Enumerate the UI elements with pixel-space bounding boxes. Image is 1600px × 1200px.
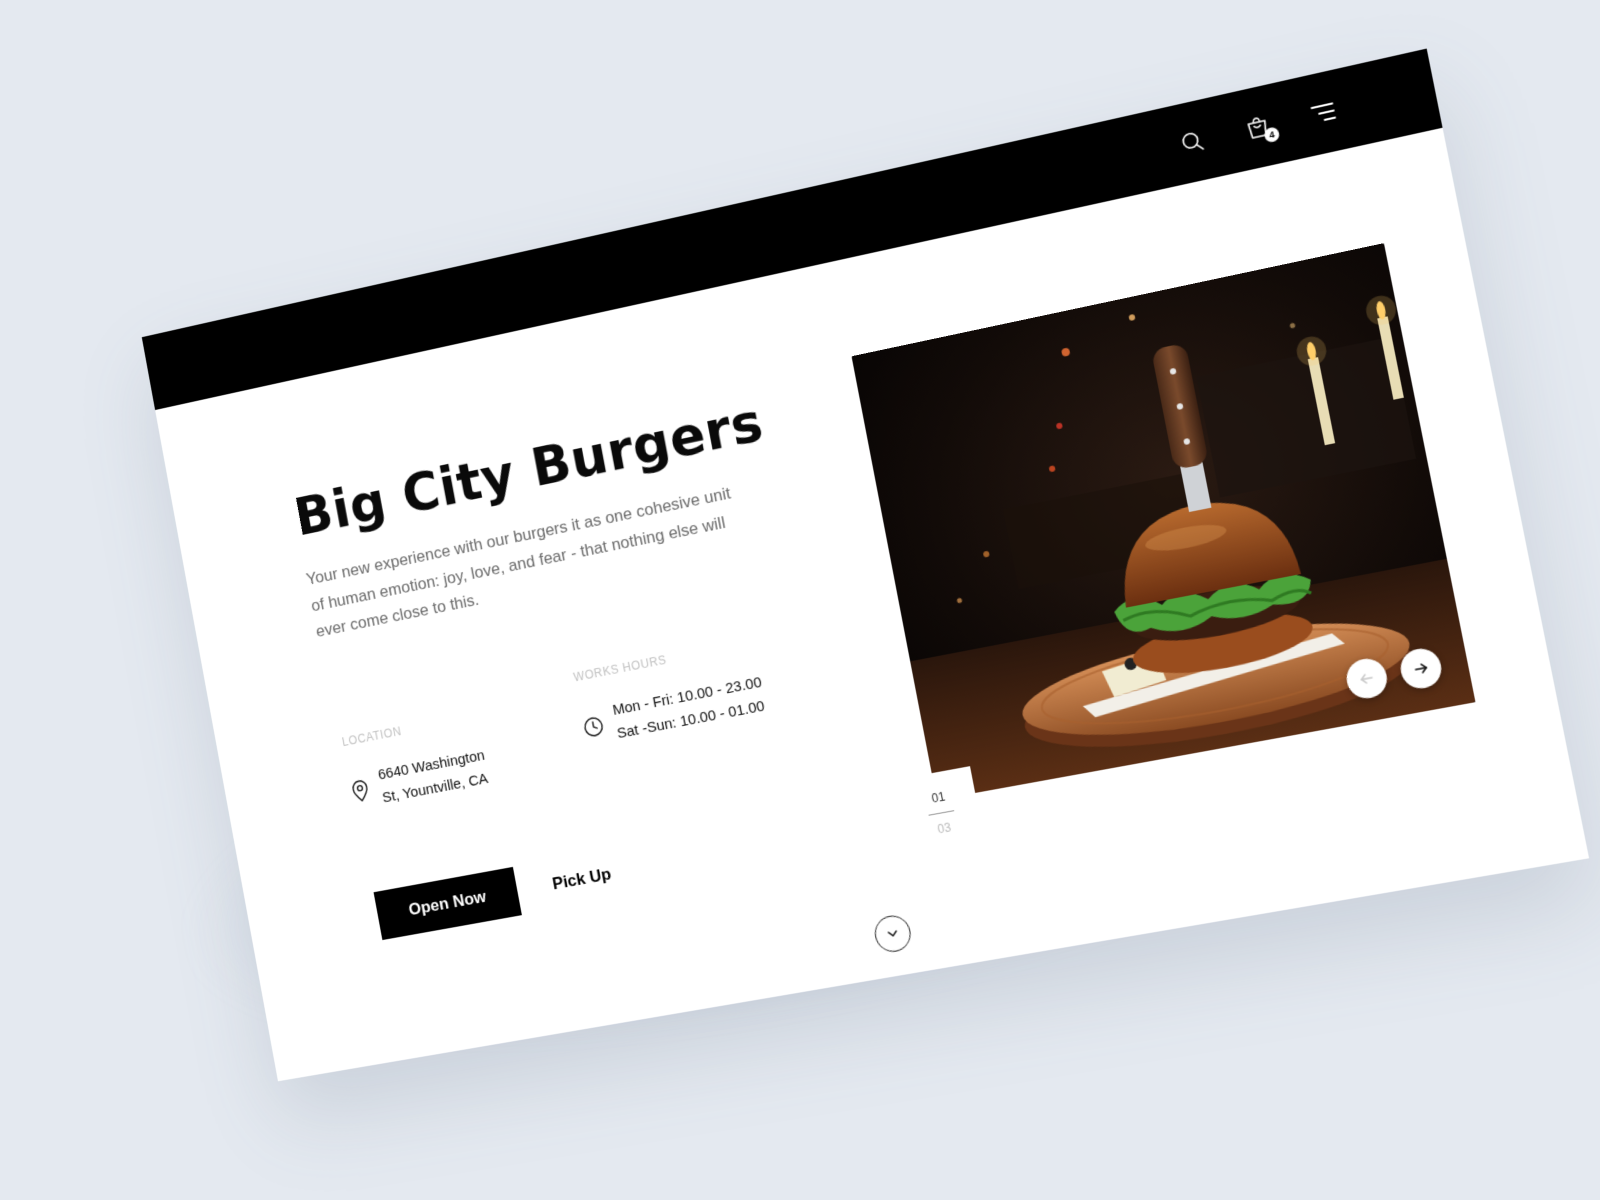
slide-counter-divider	[929, 810, 955, 816]
hero-text: Big City Burgers Your new experience wit…	[290, 388, 803, 644]
scroll-down-button[interactable]	[872, 913, 914, 955]
cta-buttons: Open Now Pick Up	[374, 850, 616, 940]
burger-image	[852, 243, 1476, 800]
cart-button[interactable]: 4	[1237, 106, 1279, 148]
location-block: LOCATION 6640 Washington St, Yountville,…	[341, 710, 491, 816]
search-icon	[1179, 128, 1206, 155]
hours-block: WORKS HOURS Mon - Fri: 10.00 - 23.00 Sat…	[572, 636, 768, 752]
prev-slide-button[interactable]	[1343, 656, 1390, 702]
arrow-left-icon	[1358, 670, 1375, 687]
pick-up-link[interactable]: Pick Up	[551, 864, 613, 894]
hours-row: Mon - Fri: 10.00 - 23.00 Sat -Sun: 10.00…	[579, 671, 768, 752]
menu-icon	[1309, 99, 1338, 127]
location-label: LOCATION	[341, 710, 479, 749]
slide-total: 03	[907, 815, 982, 842]
slide-counter: 01 03	[897, 766, 986, 862]
location-address: 6640 Washington St, Yountville, CA	[376, 744, 491, 810]
open-now-button[interactable]: Open Now	[374, 867, 522, 940]
clock-icon	[581, 714, 606, 739]
slide-current: 01	[901, 784, 976, 811]
stage: 4 Big City Burgers Your new experience w…	[0, 0, 1600, 1200]
chevron-down-icon	[885, 926, 901, 942]
arrow-right-icon	[1412, 660, 1429, 677]
info-section: LOCATION 6640 Washington St, Yountville,…	[332, 623, 840, 832]
next-slide-button[interactable]	[1397, 646, 1444, 692]
cart-count-badge: 4	[1263, 126, 1280, 143]
burger-photo	[852, 243, 1476, 800]
search-button[interactable]	[1172, 121, 1213, 163]
location-row: 6640 Washington St, Yountville, CA	[347, 744, 491, 816]
menu-button[interactable]	[1302, 92, 1344, 134]
hours-text: Mon - Fri: 10.00 - 23.00 Sat -Sun: 10.00…	[611, 671, 769, 746]
navbar-icons: 4	[1172, 92, 1345, 163]
map-pin-icon	[349, 778, 371, 804]
website-mockup: 4 Big City Burgers Your new experience w…	[142, 49, 1589, 1082]
